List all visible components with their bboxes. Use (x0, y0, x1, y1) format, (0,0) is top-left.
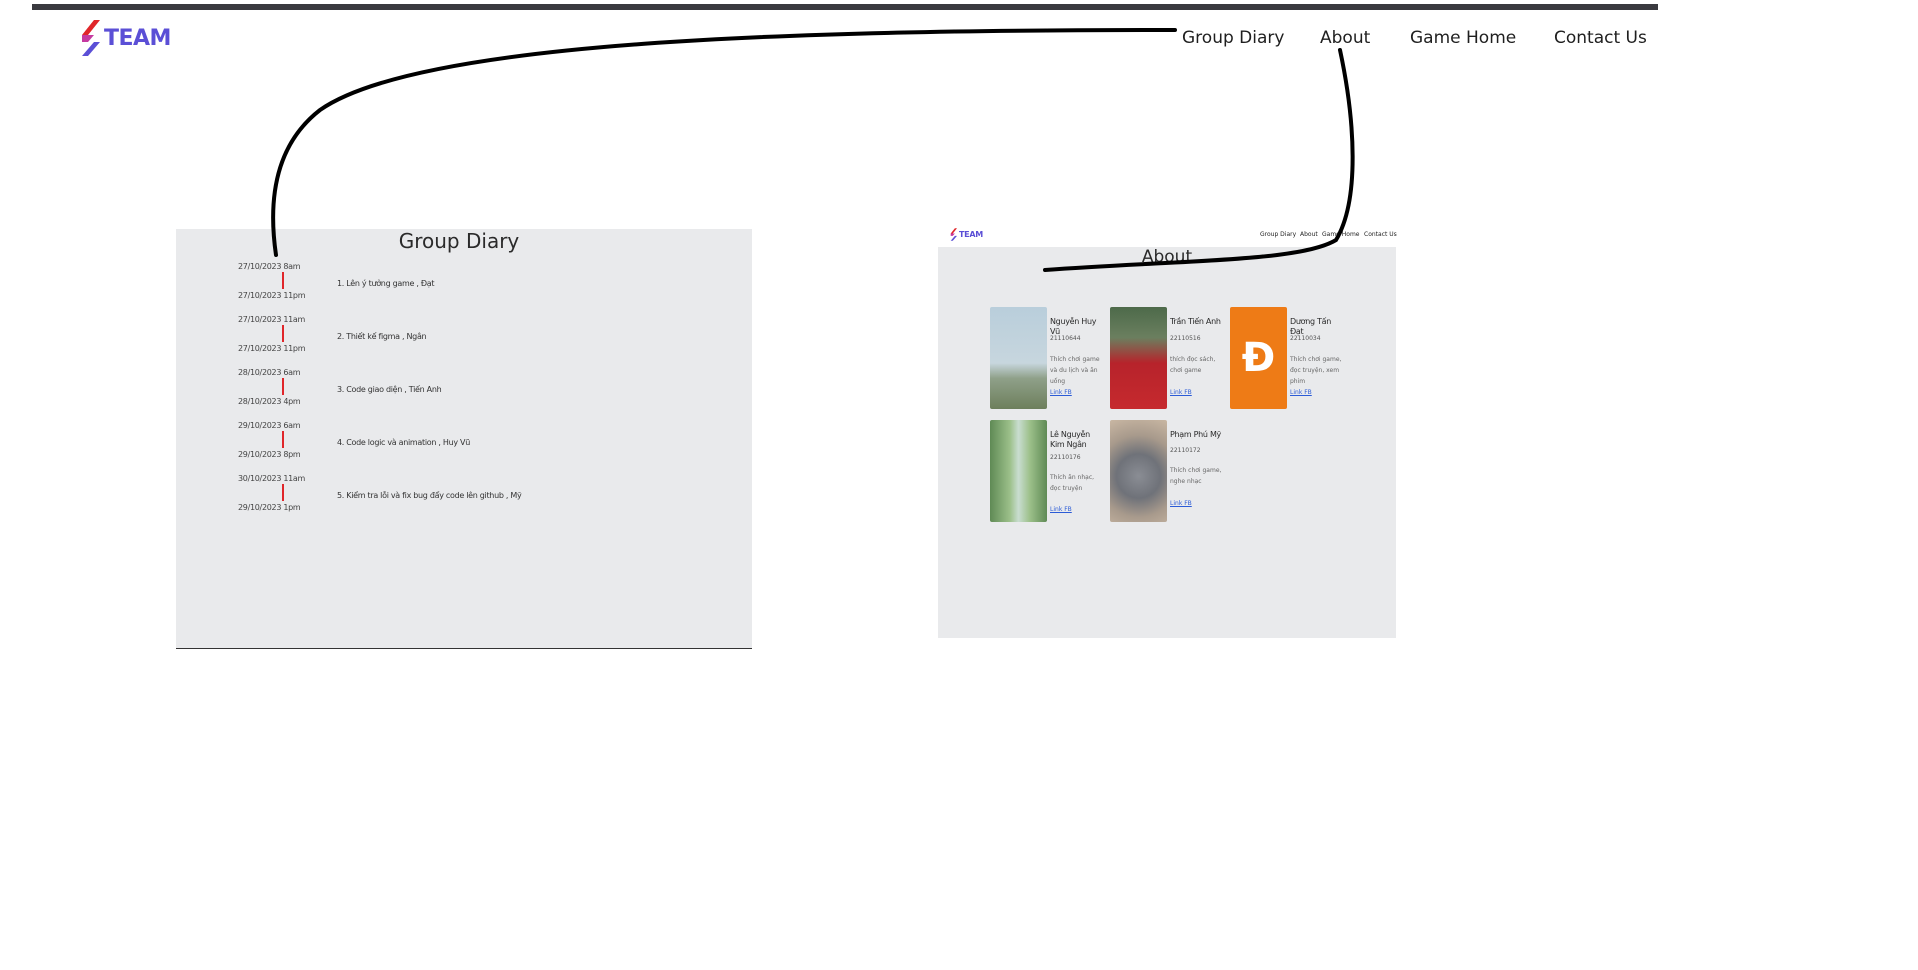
member-name: Phạm Phú Mỹ (1170, 430, 1221, 439)
entry-end-time: 27/10/2023 11pm (238, 344, 306, 353)
member-bio: Thích chơi game, nghe nhạc (1170, 467, 1222, 485)
member-photo (1110, 420, 1167, 522)
member-id: 22110516 (1170, 335, 1201, 342)
mini-nav-game-home[interactable]: Game Home (1322, 231, 1360, 238)
timeline-bar (282, 325, 284, 342)
diary-entry: 27/10/2023 11am 27/10/2023 11pm 2. Thiết… (176, 315, 752, 367)
timeline-bar (282, 431, 284, 448)
avatar-letter: Đ (1241, 335, 1276, 381)
member-photo (990, 307, 1047, 409)
member-name: Nguyễn Huy Vũ (1050, 317, 1097, 336)
diary-entry: 30/10/2023 11am 29/10/2023 1pm 5. Kiểm t… (176, 474, 752, 526)
member-name: Trần Tiến Anh (1170, 317, 1221, 326)
about-preview: TEAM Group Diary About Game Home Contact… (938, 222, 1397, 638)
member-card: Đ Dương Tấn Đạt 22110034 Thích chơi game… (1230, 307, 1346, 409)
entry-text: 5. Kiểm tra lỗi và fix bug đẩy code lên … (337, 491, 522, 500)
member-bio: thích đọc sách, chơi game (1170, 356, 1216, 374)
entry-start-time: 30/10/2023 11am (238, 474, 306, 483)
member-id: 22110034 (1290, 335, 1321, 342)
member-fb-link[interactable]: Link FB (1170, 500, 1192, 507)
top-border-rule (32, 4, 1658, 10)
diary-entry: 27/10/2023 8am 27/10/2023 11pm 1. Lên ý … (176, 262, 752, 314)
member-fb-link[interactable]: Link FB (1170, 389, 1192, 396)
mini-brand-logo[interactable]: TEAM (950, 228, 983, 241)
member-card: Phạm Phú Mỹ 22110172 Thích chơi game, ng… (1110, 420, 1226, 522)
entry-text: 2. Thiết kế figma , Ngân (337, 332, 427, 341)
entry-end-time: 28/10/2023 4pm (238, 397, 301, 406)
entry-text: 3. Code giao diện , Tiến Anh (337, 385, 442, 394)
main-nav: Group Diary About Game Home Contact Us (0, 28, 1918, 50)
entry-end-time: 29/10/2023 8pm (238, 450, 301, 459)
entry-text: 4. Code logic và animation , Huy Vũ (337, 438, 470, 447)
mini-nav-group-diary[interactable]: Group Diary (1260, 231, 1296, 238)
member-id: 21110644 (1050, 335, 1081, 342)
member-bio: Thích ăn nhạc, đọc truyện (1050, 474, 1095, 492)
diary-entry: 29/10/2023 6am 29/10/2023 8pm 4. Code lo… (176, 421, 752, 473)
member-fb-link[interactable]: Link FB (1290, 389, 1312, 396)
entry-start-time: 29/10/2023 6am (238, 421, 301, 430)
member-fb-link[interactable]: Link FB (1050, 506, 1072, 513)
member-card: Nguyễn Huy Vũ 21110644 Thích chơi game v… (990, 307, 1106, 409)
member-card: Trần Tiến Anh 22110516 thích đọc sách, c… (1110, 307, 1226, 409)
entry-start-time: 27/10/2023 8am (238, 262, 301, 271)
member-id: 22110172 (1170, 447, 1201, 454)
group-diary-preview: Group Diary 27/10/2023 8am 27/10/2023 11… (176, 229, 752, 649)
member-name: Lê Nguyễn Kim Ngân (1050, 430, 1090, 449)
member-id: 22110176 (1050, 454, 1081, 461)
member-bio: Thích chơi game và du lịch và ăn uống (1050, 356, 1100, 385)
mini-brand-name: TEAM (959, 230, 983, 239)
member-letter-avatar: Đ (1230, 307, 1287, 409)
entry-start-time: 28/10/2023 6am (238, 368, 301, 377)
about-body: About Nguyễn Huy Vũ 21110644 Thích chơi … (938, 247, 1396, 638)
s-logo-icon (950, 228, 957, 241)
timeline-bar (282, 272, 284, 289)
diary-entry: 28/10/2023 6am 28/10/2023 4pm 3. Code gi… (176, 368, 752, 420)
member-bio: Thích chơi game, đọc truyện, xem phim (1290, 356, 1342, 385)
nav-contact-us[interactable]: Contact Us (1554, 28, 1647, 48)
diary-title: Group Diary (398, 229, 520, 253)
member-fb-link[interactable]: Link FB (1050, 389, 1072, 396)
nav-game-home[interactable]: Game Home (1410, 28, 1516, 48)
member-photo (990, 420, 1047, 522)
entry-start-time: 27/10/2023 11am (238, 315, 306, 324)
nav-group-diary[interactable]: Group Diary (1182, 28, 1284, 48)
entry-text: 1. Lên ý tưởng game , Đạt (337, 279, 435, 288)
member-name: Dương Tấn Đạt (1290, 317, 1331, 336)
member-photo (1110, 307, 1167, 409)
timeline-bar (282, 378, 284, 395)
entry-end-time: 27/10/2023 11pm (238, 291, 306, 300)
mini-header: TEAM Group Diary About Game Home Contact… (938, 222, 1397, 247)
member-card: Lê Nguyễn Kim Ngân 22110176 Thích ăn nhạ… (990, 420, 1106, 522)
entry-end-time: 29/10/2023 1pm (238, 503, 301, 512)
mini-nav-about[interactable]: About (1300, 231, 1318, 238)
timeline-bar (282, 484, 284, 501)
about-title: About (1141, 247, 1193, 267)
mini-nav-contact-us[interactable]: Contact Us (1364, 231, 1397, 238)
nav-about[interactable]: About (1320, 28, 1370, 48)
